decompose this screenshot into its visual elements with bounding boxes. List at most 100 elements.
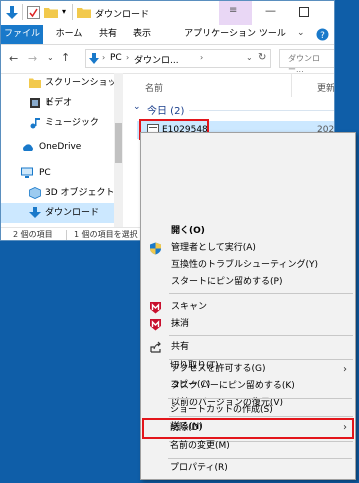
title-divider [22, 4, 23, 20]
menu-item-pin-to-start[interactable]: スタートにピン留めする(P) [141, 274, 355, 291]
nav-item-label: ダウンロード [45, 208, 100, 218]
menu-item-label: ショートカットの作成(S) [170, 405, 273, 415]
help-icon[interactable]: ? [316, 28, 329, 41]
shield-icon [150, 242, 161, 255]
nav-item-downloads[interactable]: ダウンロード [1, 203, 121, 223]
folder-icon [29, 78, 41, 88]
nav-item-label: PC [39, 168, 51, 178]
menu-item-copy[interactable]: コピー(C) [140, 377, 356, 394]
back-icon[interactable]: ← [9, 52, 18, 65]
nav-item-3d-objects[interactable]: 3D オブジェクト [1, 183, 121, 203]
menu-separator [169, 335, 353, 336]
address-row: ← → ⌄ ↑ › PC › ダウンロ... › ⌄ ↻ ダウンロー... [1, 45, 334, 74]
nav-item-label: 3D オブジェクト [45, 188, 115, 198]
nav-item-onedrive[interactable]: OneDrive [1, 137, 121, 157]
folder-icon [77, 8, 91, 18]
status-selected: 1 個の項目を選択 [74, 230, 138, 239]
recent-locations-icon[interactable]: ⌄ [47, 53, 54, 62]
manage-icon: ≡ [229, 5, 238, 16]
menu-item-run-as-admin[interactable]: 管理者として実行(A) [141, 240, 355, 257]
address-bar[interactable]: › PC › ダウンロ... › ⌄ ↻ [85, 49, 271, 68]
cloud-icon [23, 144, 33, 151]
quick-access-download-icon[interactable] [6, 6, 18, 20]
navigation-pane: スクリーンショット ビデオ ミュージック OneDrive PC 3D オブジェ… [1, 73, 121, 228]
mcafee-icon [150, 302, 161, 314]
column-divider [291, 73, 292, 97]
scrollbar-thumb[interactable] [115, 123, 122, 163]
nav-item-videos[interactable]: ビデオ [1, 93, 121, 113]
menu-item-rename[interactable]: 名前の変更(M) [140, 438, 356, 455]
refresh-icon[interactable]: ↻ [258, 52, 266, 63]
ribbon-expand-icon[interactable]: ⌄ [297, 28, 305, 38]
svg-text:?: ? [320, 31, 325, 41]
menu-item-label: 削除(D) [170, 423, 202, 433]
download-icon [89, 53, 99, 64]
menu-item-compat-troubleshoot[interactable]: 互換性のトラブルシューティング(Y) [141, 257, 355, 274]
group-collapse-icon[interactable]: ⌄ [133, 102, 141, 112]
menu-item-label: 名前の変更(M) [170, 441, 230, 451]
music-icon [30, 118, 40, 129]
column-header-name[interactable]: 名前 [145, 81, 163, 94]
status-divider [66, 230, 67, 240]
menu-item-cut[interactable]: 切り取り(T) [140, 358, 356, 375]
minimize-button[interactable]: — [265, 4, 276, 17]
properties-check-icon[interactable] [27, 6, 40, 19]
menu-item-label: 共有 [171, 342, 190, 352]
breadcrumb-separator: › [126, 53, 130, 62]
video-icon [30, 98, 40, 108]
menu-item-properties[interactable]: プロパティ(R) [140, 460, 356, 477]
forward-icon[interactable]: → [28, 52, 37, 65]
menu-item-delete[interactable]: 削除(D) [140, 420, 356, 437]
menu-item-label: 切り取り(T) [170, 361, 219, 371]
menu-item-label: スキャン [171, 302, 208, 312]
breadcrumb-pc[interactable]: PC [110, 53, 122, 63]
mcafee-icon [150, 319, 161, 331]
menu-item-label: 開く(O) [171, 226, 205, 236]
menu-item-label: 抹消 [171, 319, 190, 329]
window-title: ダウンロード [95, 10, 150, 20]
tab-view[interactable]: 表示 [129, 25, 155, 44]
nav-item-pc[interactable]: PC [1, 163, 121, 183]
menu-item-scan[interactable]: スキャン [141, 299, 355, 316]
tab-share[interactable]: 共有 [95, 25, 121, 44]
group-label: 今日 (2) [147, 106, 185, 117]
menu-separator [169, 293, 353, 294]
tab-home[interactable]: ホーム [51, 25, 87, 44]
nav-item-screenshots[interactable]: スクリーンショット [1, 73, 121, 108]
nav-item-label: ビデオ [45, 98, 73, 108]
menu-item-share[interactable]: 共有 [141, 339, 355, 356]
tab-app-tools[interactable]: アプリケーション ツール [179, 25, 291, 44]
search-input[interactable]: ダウンロー... [279, 49, 334, 74]
share-icon [150, 341, 161, 353]
nav-item-label: ミュージック [45, 118, 99, 128]
new-folder-icon[interactable] [44, 6, 58, 18]
menu-item-label: スタートにピン留めする(P) [171, 277, 283, 287]
menu-item-label: 管理者として実行(A) [171, 243, 256, 253]
menu-item-label: コピー(C) [170, 380, 211, 390]
menu-item-label: 互換性のトラブルシューティング(Y) [171, 260, 318, 270]
nav-item-music[interactable]: ミュージック [1, 113, 121, 133]
quick-access-dropdown-icon[interactable]: ▾ [62, 7, 66, 16]
up-icon[interactable]: ↑ [61, 51, 70, 64]
breadcrumb-downloads[interactable]: ダウンロ... [134, 53, 179, 66]
menu-item-open[interactable]: 開く(O) [141, 223, 355, 240]
menu-item-create-shortcut[interactable]: ショートカットの作成(S) [140, 402, 356, 419]
column-header-modified[interactable]: 更新 [317, 81, 334, 94]
tab-file[interactable]: ファイル [1, 25, 43, 44]
menu-item-label: プロパティ(R) [170, 463, 228, 473]
maximize-button[interactable] [299, 7, 309, 17]
group-divider [189, 110, 334, 111]
address-dropdown-icon[interactable]: ⌄ [246, 53, 253, 62]
pc-icon [21, 167, 33, 178]
app-tools-accent: ≡ [219, 1, 252, 25]
nav-scrollbar[interactable] [114, 73, 123, 228]
status-item-count: 2 個の項目 [13, 230, 53, 239]
download-icon [29, 207, 41, 218]
search-placeholder: ダウンロー... [288, 54, 320, 74]
title-divider [72, 4, 73, 20]
breadcrumb-separator: › [200, 53, 204, 62]
nav-item-label: OneDrive [39, 142, 82, 152]
menu-item-shred[interactable]: 抹消 [141, 316, 355, 333]
cube-icon [29, 187, 41, 199]
ribbon-tabs: ファイル ホーム 共有 表示 アプリケーション ツール ⌄ ? [1, 25, 334, 45]
